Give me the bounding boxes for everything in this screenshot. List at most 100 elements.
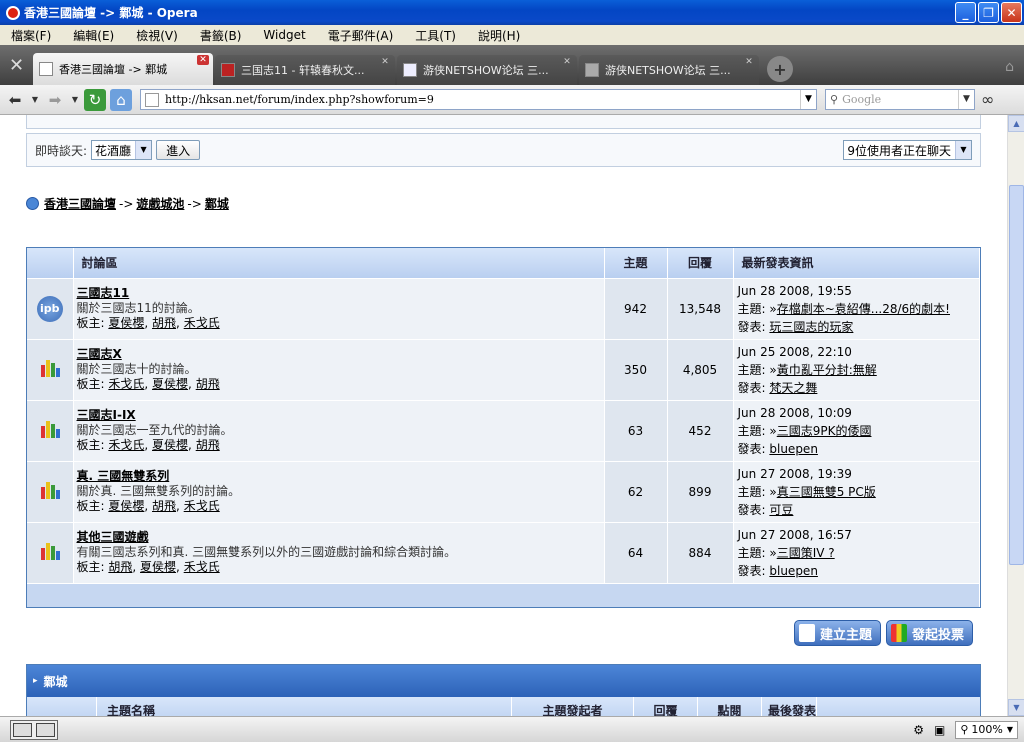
home-icon[interactable]: ⌂ [110, 88, 132, 111]
collapse-icon[interactable]: ▸ [33, 676, 38, 686]
topic-list: ▸ 鄴城 主題名稱 主題發起者 回覆 點閱 最後發表 [26, 664, 981, 716]
forum-name-link[interactable]: 其他三國遊戲 [77, 530, 149, 544]
forward-dropdown-icon[interactable]: ▼ [70, 89, 80, 111]
chat-users-select[interactable]: 9位使用者正在聊天 ▼ [843, 140, 972, 160]
scroll-down-icon[interactable]: ▼ [1008, 699, 1024, 716]
mods-label: 板主: [76, 499, 105, 513]
search-field[interactable]: ⚲ Google ▼ [825, 89, 975, 110]
replies-count: 13,548 [667, 277, 734, 339]
breadcrumb-home[interactable]: 香港三國論壇 [44, 195, 116, 212]
forum-name-link[interactable]: 三國志11 [77, 286, 130, 300]
chat-room-select[interactable]: 花酒廳 ▼ [91, 140, 153, 160]
last-poster-link[interactable]: 玩三國志的玩家 [769, 320, 853, 334]
address-field[interactable]: http://hksan.net/forum/index.php?showfor… [140, 89, 817, 110]
moderator-link[interactable]: 禾戈氏 [184, 316, 220, 330]
chevron-down-icon: ▼ [955, 141, 971, 159]
last-poster-link[interactable]: bluepen [769, 564, 818, 578]
topic-list-columns: 主題名稱 主題發起者 回覆 點閱 最後發表 [27, 697, 980, 716]
moderator-link[interactable]: 夏侯櫻 [108, 499, 144, 513]
moderator-link[interactable]: 禾戈氏 [108, 377, 144, 391]
tab-ali213-2[interactable]: 游侠NETSHOW论坛 三... ✕ [579, 55, 759, 85]
menu-tools[interactable]: 工具(T) [404, 27, 467, 44]
mod-sep: , [144, 377, 153, 391]
reload-icon[interactable]: ↻ [84, 88, 106, 111]
enter-chat-button[interactable]: 進入 [156, 140, 201, 160]
new-poll-button[interactable]: 發起投票 [886, 620, 974, 646]
network-icon[interactable]: ⚙ [913, 723, 924, 737]
menu-widget[interactable]: Widget [252, 28, 316, 42]
header-icon-col [27, 248, 74, 278]
forum-name-link[interactable]: 三國志X [77, 347, 122, 361]
forum-name-link[interactable]: 真. 三國無雙系列 [77, 469, 170, 483]
last-topic-link[interactable]: 三國志9PK的倭國 [777, 424, 872, 438]
last-poster-link[interactable]: 梵天之舞 [769, 381, 817, 395]
tab-close-icon[interactable]: ✕ [743, 57, 755, 67]
menu-email[interactable]: 電子郵件(A) [317, 27, 405, 44]
minimize-button[interactable]: _ [955, 2, 976, 23]
forward-icon[interactable]: ➡ [44, 89, 66, 111]
maximize-button[interactable]: ❐ [978, 2, 999, 23]
address-dropdown-icon[interactable]: ▼ [800, 90, 816, 109]
last-topic-link[interactable]: 三國策IV ? [777, 546, 835, 560]
moderator-link[interactable]: 胡飛 [196, 377, 220, 391]
zoom-select[interactable]: ⚲ 100% ▼ [955, 720, 1018, 739]
new-topic-button[interactable]: 建立主題 [794, 620, 882, 646]
moderator-link[interactable]: 胡飛 [108, 560, 132, 574]
moderator-link[interactable]: 禾戈氏 [184, 560, 220, 574]
last-poster-link[interactable]: 可豆 [769, 503, 793, 517]
search-placeholder: Google [842, 93, 882, 106]
tab-hksan[interactable]: 香港三國論壇 -> 鄴城 ✕ [33, 53, 213, 85]
moderator-link[interactable]: 夏侯櫻 [152, 438, 188, 452]
menu-help[interactable]: 說明(H) [467, 27, 531, 44]
last-topic-link[interactable]: 黃巾亂平分封:無解 [777, 363, 877, 377]
menu-edit[interactable]: 編輯(E) [62, 27, 125, 44]
moderator-link[interactable]: 胡飛 [196, 438, 220, 452]
last-topic-link[interactable]: 存檔劇本~袁紹傳...28/6的劇本! [777, 302, 950, 316]
close-button[interactable]: ✕ [1001, 2, 1022, 23]
vertical-scrollbar[interactable]: ▲ ▼ [1007, 115, 1024, 716]
tab-close-icon[interactable]: ✕ [561, 57, 573, 67]
nav-bullet-icon [26, 197, 39, 210]
forum-status-icon [40, 419, 60, 439]
tab-label: 三国志11 - 轩辕春秋文... [241, 64, 365, 77]
poster-label: 發表: [737, 563, 766, 578]
mod-sep: , [144, 316, 153, 330]
forum-name-cell: 三國志11 關於三國志11的討論。 板主: 夏侯櫻, 胡飛, 禾戈氏 [73, 277, 605, 339]
scroll-up-icon[interactable]: ▲ [1008, 115, 1024, 132]
forum-name-link[interactable]: 三國志I-IX [77, 408, 136, 422]
menu-file[interactable]: 檔案(F) [0, 27, 62, 44]
moderator-link[interactable]: 胡飛 [152, 499, 176, 513]
search-dropdown-icon[interactable]: ▼ [958, 90, 974, 109]
menu-bookmarks[interactable]: 書籤(B) [189, 27, 253, 44]
trash-icon[interactable]: ⌂ [1005, 59, 1014, 75]
poster-label: 發表: [737, 441, 766, 456]
moderator-link[interactable]: 夏侯櫻 [140, 560, 176, 574]
forum-description: 關於三國志一至九代的討論。 [76, 423, 233, 437]
last-topic-link[interactable]: 真三國無雙5 PC版 [777, 485, 876, 499]
back-dropdown-icon[interactable]: ▼ [30, 89, 40, 111]
tab-close-icon[interactable]: ✕ [197, 55, 209, 65]
header-forum: 討論區 [73, 248, 605, 278]
moderator-link[interactable]: 夏侯櫻 [152, 377, 188, 391]
moderator-link[interactable]: 禾戈氏 [108, 438, 144, 452]
last-poster-link[interactable]: bluepen [769, 442, 818, 456]
back-icon[interactable]: ⬅ [4, 89, 26, 111]
panel-toggle-button[interactable] [10, 719, 58, 740]
address-url: http://hksan.net/forum/index.php?showfor… [165, 93, 434, 106]
forum-row: 三國志X 關於三國志十的討論。 板主: 禾戈氏, 夏侯櫻, 胡飛 350 4,805 Ju… [27, 338, 980, 400]
tab-xycq[interactable]: 三国志11 - 轩辕春秋文... ✕ [215, 55, 395, 85]
view-glasses-icon[interactable]: ∞ [981, 90, 994, 109]
new-tab-button[interactable]: + [767, 56, 793, 82]
camera-icon[interactable]: ▣ [934, 723, 945, 737]
tab-ali213-1[interactable]: 游侠NETSHOW论坛 三... ✕ [397, 55, 577, 85]
moderator-link[interactable]: 胡飛 [152, 316, 176, 330]
last-post-cell: Jun 27 2008, 16:57 主題: »三國策IV ? 發表: bluepe… [733, 521, 980, 583]
tools-icon[interactable]: ✕ [0, 45, 33, 85]
menu-view[interactable]: 檢視(V) [125, 27, 189, 44]
breadcrumb-games[interactable]: 遊戲城池 [136, 195, 184, 212]
breadcrumb-current[interactable]: 鄴城 [205, 195, 229, 212]
moderator-link[interactable]: 禾戈氏 [184, 499, 220, 513]
tab-close-icon[interactable]: ✕ [379, 57, 391, 67]
moderator-link[interactable]: 夏侯櫻 [108, 316, 144, 330]
scroll-thumb[interactable] [1009, 185, 1024, 565]
